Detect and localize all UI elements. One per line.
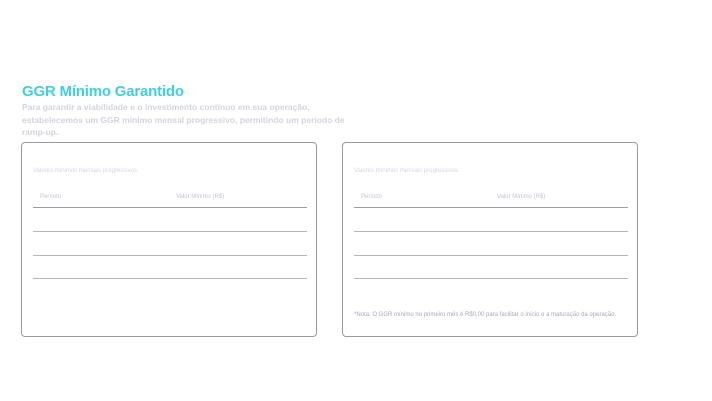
table-row-divider <box>33 278 307 279</box>
table-header-divider <box>33 207 307 208</box>
card-caption: Valores mínimos mensais progressivos <box>354 168 458 174</box>
page-subtitle: Para garantir a viabilidade e o investim… <box>22 102 345 137</box>
table-row-divider <box>33 255 307 256</box>
column-header-periodo: Período <box>40 194 62 200</box>
table-row-divider <box>354 231 628 232</box>
table-header-divider <box>354 207 628 208</box>
column-header-periodo: Período <box>361 194 383 200</box>
minimum-values-card: Valores mínimos mensais progressivos Per… <box>21 142 317 337</box>
minimum-values-card-with-note: Valores mínimos mensais progressivos Per… <box>342 142 638 337</box>
column-header-valor-minimo: Valor Mínimo (R$) <box>176 194 225 200</box>
table-row-divider <box>354 278 628 279</box>
table-row-divider <box>33 231 307 232</box>
table-row-divider <box>354 255 628 256</box>
column-header-valor-minimo: Valor Mínimo (R$) <box>497 194 546 200</box>
page-title: GGR Mínimo Garantido <box>22 83 184 100</box>
card-caption: Valores mínimos mensais progressivos <box>33 168 137 174</box>
footnote: *Nota: O GGR mínimo no primeiro mês é R$… <box>354 312 617 318</box>
